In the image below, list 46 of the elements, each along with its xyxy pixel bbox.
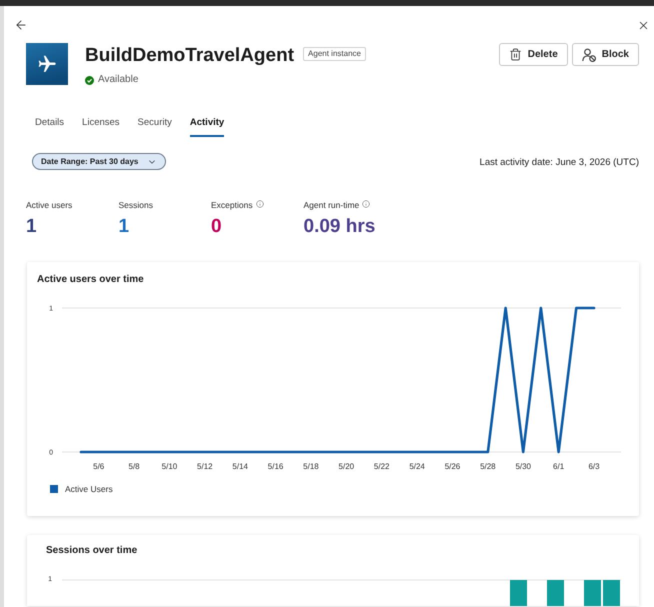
stat-value: 1 bbox=[26, 216, 38, 238]
date-range-dropdown[interactable]: Date Range: Past 30 days bbox=[32, 153, 166, 170]
agent-name: BuildDemoTravelAgent bbox=[85, 45, 294, 67]
status-text: Available bbox=[98, 74, 138, 86]
stat-value: 1 bbox=[118, 216, 130, 238]
x-axis-label: 5/12 bbox=[197, 462, 213, 472]
x-axis-label: 5/10 bbox=[162, 462, 178, 472]
tab[interactable]: Details bbox=[35, 111, 64, 137]
stat-value: 0.09 hrs bbox=[304, 216, 376, 238]
legend-label: Active Users bbox=[65, 484, 113, 494]
tab[interactable]: Licenses bbox=[82, 111, 120, 137]
x-axis-label: 6/3 bbox=[588, 462, 600, 472]
session-bar bbox=[584, 580, 601, 606]
block-button[interactable]: Block bbox=[572, 43, 639, 66]
last-activity-text: Last activity date: June 3, 2026 (UTC) bbox=[480, 156, 639, 170]
x-axis-label: 5/6 bbox=[93, 462, 104, 472]
person-blocked-icon bbox=[582, 48, 596, 62]
x-axis-label: 5/20 bbox=[338, 462, 354, 472]
tab[interactable]: Security bbox=[138, 111, 172, 137]
delete-button[interactable]: Delete bbox=[498, 43, 568, 66]
tab[interactable]: Activity bbox=[190, 111, 224, 137]
airplane-icon bbox=[26, 43, 68, 85]
x-axis-label: 5/30 bbox=[515, 462, 532, 472]
chart-title: Sessions over time bbox=[45, 545, 138, 558]
back-button[interactable] bbox=[14, 18, 28, 32]
x-axis-label: 6/1 bbox=[553, 462, 564, 472]
session-bar bbox=[510, 580, 527, 606]
x-axis-label: 5/8 bbox=[128, 462, 140, 472]
session-bar bbox=[603, 580, 620, 606]
x-axis-label: 5/16 bbox=[268, 462, 284, 472]
stat-label: Sessions bbox=[118, 200, 153, 210]
x-axis-label: 5/28 bbox=[480, 462, 496, 472]
x-axis-label: 5/26 bbox=[444, 462, 460, 472]
stat-value: 0 bbox=[211, 216, 223, 238]
x-axis-label: 5/14 bbox=[232, 462, 248, 472]
stat-label: Agent run-time bbox=[304, 200, 360, 210]
session-bar bbox=[547, 580, 564, 606]
check-circle-icon bbox=[85, 76, 94, 84]
stat-label: Exceptions bbox=[211, 200, 253, 210]
x-axis-label: 5/18 bbox=[303, 462, 319, 472]
x-axis-label: 5/24 bbox=[409, 462, 425, 472]
chart-title: Active users over time bbox=[36, 274, 145, 286]
x-axis-label: 5/22 bbox=[374, 462, 390, 472]
agent-type-tag: Agent instance bbox=[303, 47, 366, 61]
trash-icon bbox=[508, 48, 522, 61]
stat-label: Active users bbox=[26, 200, 72, 210]
